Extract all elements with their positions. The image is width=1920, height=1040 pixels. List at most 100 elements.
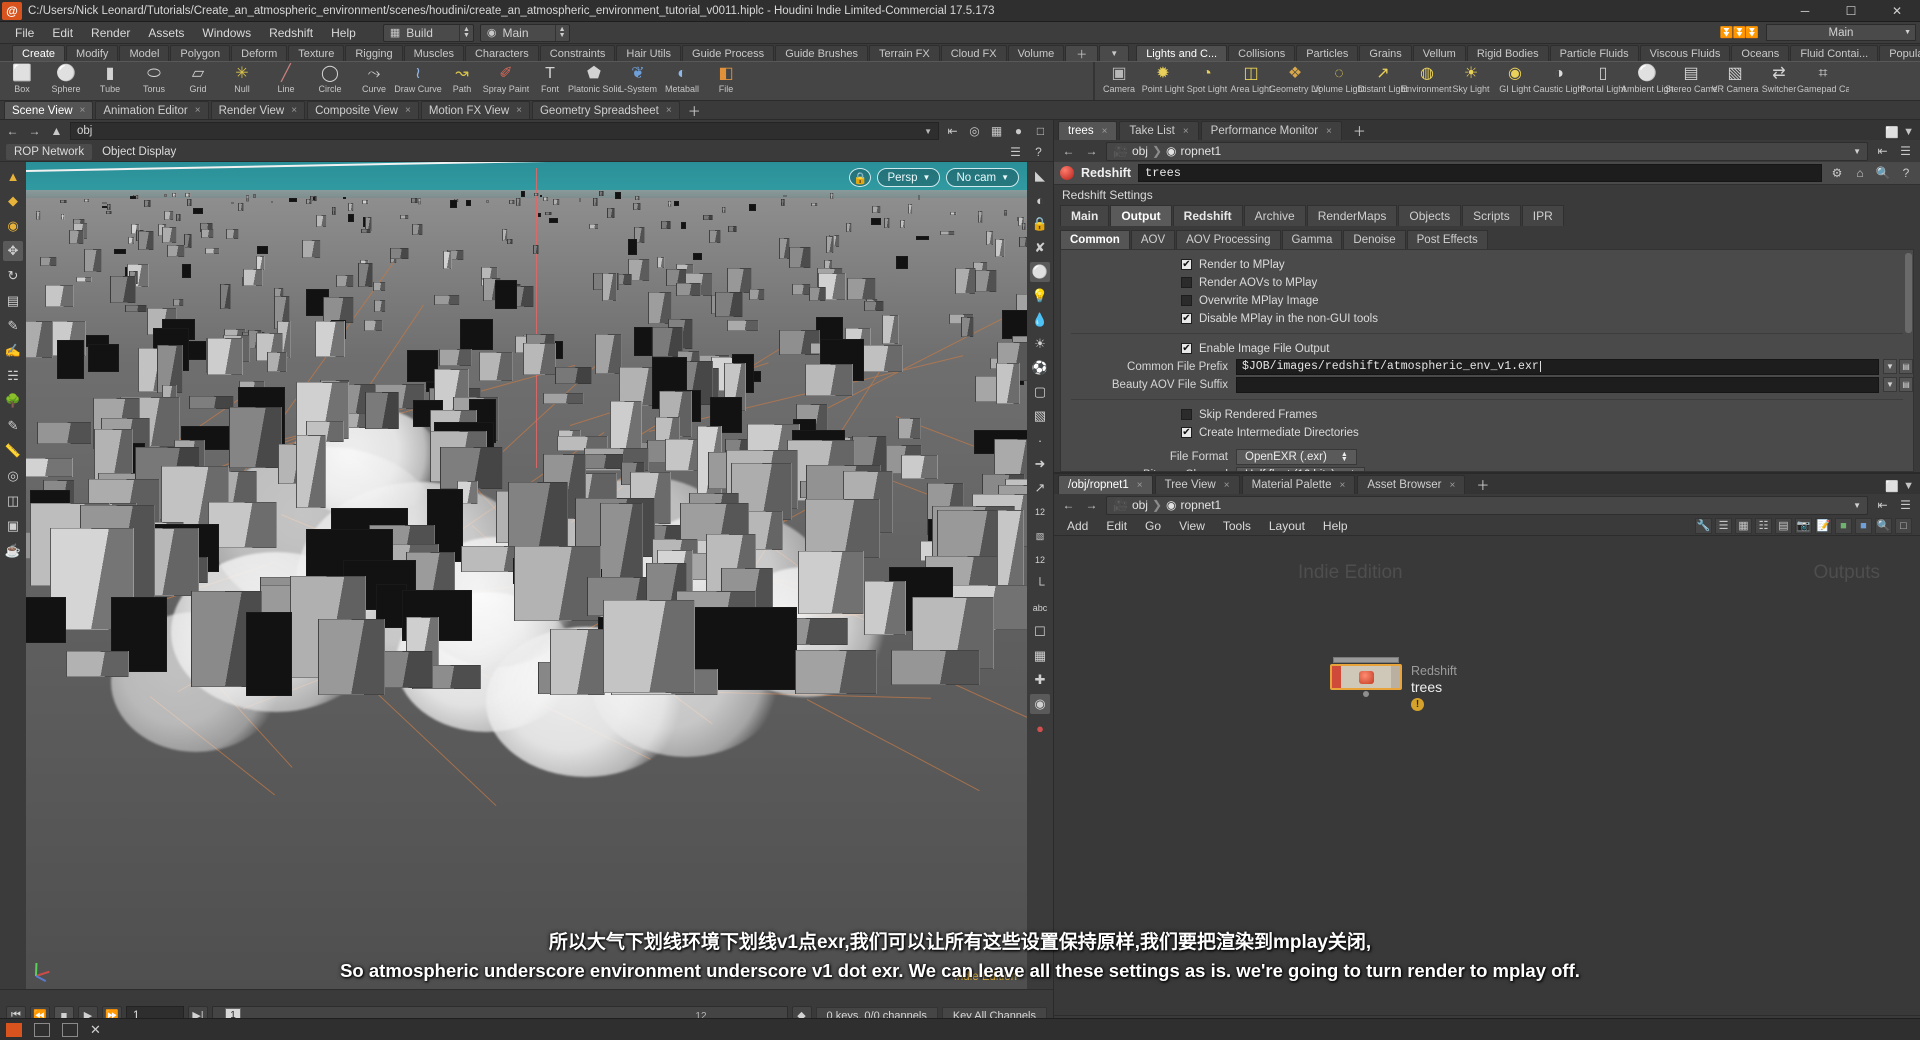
main-desktop-field[interactable]: Main ▼ — [1766, 24, 1916, 41]
shelf-tab-populate-con[interactable]: Populate Con... — [1879, 45, 1920, 61]
shelf-tool-gi-light[interactable]: ◉ GI Light — [1493, 62, 1537, 100]
shelf-tool-camera[interactable]: ▣ Camera — [1097, 62, 1141, 100]
shelf-tool-line[interactable]: ╱ Line — [264, 62, 308, 100]
vectors-icon[interactable]: ↗ — [1030, 478, 1050, 498]
shelf-tab-collisions[interactable]: Collisions — [1228, 45, 1296, 61]
shelf-tool-distant-light[interactable]: ↗ Distant Light — [1358, 62, 1408, 100]
menu-assets[interactable]: Assets — [139, 24, 193, 42]
param-tab-scripts[interactable]: Scripts — [1462, 205, 1521, 226]
build-selector[interactable]: ▦ Build ▲ ▼ — [382, 23, 474, 42]
node-name-input[interactable]: trees — [1138, 164, 1822, 182]
shelf-tab-particle-fluids[interactable]: Particle Fluids — [1549, 45, 1639, 61]
rotate-tool-icon[interactable]: ↻ — [3, 266, 23, 286]
camera-view-icon[interactable]: ◉ — [1030, 694, 1050, 714]
network-menu-help[interactable]: Help — [1314, 518, 1357, 534]
network-tab-tree-view[interactable]: Tree View × — [1154, 475, 1240, 494]
up-level-icon[interactable]: ▲ — [48, 123, 65, 140]
param-subtab-aov-processing[interactable]: AOV Processing — [1176, 230, 1281, 249]
close-button[interactable]: ✕ — [1874, 0, 1920, 22]
shelf-tool-file[interactable]: ◧ File — [704, 62, 748, 100]
param-menu-icon[interactable]: ▼ — [1883, 359, 1897, 374]
shelf-tool-spot-light[interactable]: ◔ Spot Light — [1185, 62, 1229, 100]
close-icon[interactable]: × — [1102, 126, 1108, 137]
lock-camera-icon[interactable]: 🔒 — [1030, 214, 1050, 234]
right-tab-performance-monitor[interactable]: Performance Monitor × — [1200, 121, 1342, 140]
network-tab-material-palette[interactable]: Material Palette × — [1241, 475, 1356, 494]
param-tab-archive[interactable]: Archive — [1243, 205, 1306, 226]
network-menu-icon[interactable]: ☰ — [1897, 497, 1914, 514]
shelf-tab-volume[interactable]: Volume — [1007, 45, 1065, 61]
node-output-connector[interactable] — [1363, 691, 1369, 697]
shelf-tool-null[interactable]: ✳ Null — [220, 62, 264, 100]
checkbox-skip-rendered-frames[interactable] — [1181, 409, 1192, 420]
checkbox-create-intermediate-directories[interactable]: ✔ — [1181, 427, 1192, 438]
close-icon[interactable]: × — [195, 105, 201, 116]
parameter-scrollbar[interactable] — [1905, 253, 1912, 333]
param-subtab-common[interactable]: Common — [1060, 230, 1130, 249]
texture-icon[interactable]: ▧ — [1030, 406, 1050, 426]
shelf-tool-sky-light[interactable]: ☀ Sky Light — [1449, 62, 1493, 100]
pane-tab-geometry-spreadsheet[interactable]: Geometry Spreadsheet × — [531, 101, 680, 119]
shelf-tab-rigid-bodies[interactable]: Rigid Bodies — [1466, 45, 1549, 61]
close-icon[interactable]: × — [80, 105, 86, 116]
color-icon[interactable]: ■ — [1855, 517, 1872, 534]
shelf-tab-muscles[interactable]: Muscles — [403, 45, 464, 61]
snap-tool-icon[interactable]: ◎ — [3, 466, 23, 486]
pane-menu-icon[interactable]: ▼ — [1903, 126, 1914, 139]
viewport-path-input[interactable]: obj ▼ — [70, 122, 939, 140]
network-breadcrumb-path[interactable]: 🎥 obj ❯ ◉ ropnet1 ▼ — [1106, 495, 1868, 515]
right-tab-take-list[interactable]: Take List × — [1119, 121, 1199, 140]
forward-icon[interactable]: → — [1083, 497, 1100, 514]
headlight-icon[interactable]: 💡 — [1030, 286, 1050, 306]
shelf-tab-texture[interactable]: Texture — [288, 45, 345, 61]
close-icon[interactable]: × — [1224, 480, 1230, 491]
shelf-tab-guide-brushes[interactable]: Guide Brushes — [775, 45, 868, 61]
text-display-icon[interactable]: abc — [1030, 598, 1050, 618]
shelf-tool-l-system[interactable]: ❦ L-System — [616, 62, 660, 100]
history-icon[interactable]: ⌂ — [1852, 165, 1868, 181]
shelf-tool-metaball[interactable]: ◐ Metaball — [660, 62, 704, 100]
param-tab-main[interactable]: Main — [1060, 205, 1110, 226]
breadcrumb-obj[interactable]: 🎥 obj — [1113, 144, 1148, 158]
checkbox-overwrite-mplay-image[interactable] — [1181, 295, 1192, 306]
table-icon[interactable]: ▦ — [1735, 517, 1752, 534]
param-tab-rendermaps[interactable]: RenderMaps — [1306, 205, 1398, 226]
edit-tool-icon[interactable]: ✎ — [3, 416, 23, 436]
menu-edit[interactable]: Edit — [43, 24, 82, 42]
menu-help[interactable]: Help — [322, 24, 365, 42]
close-icon[interactable]: × — [666, 105, 672, 116]
shelf-tool-sphere[interactable]: ⚪ Sphere — [44, 62, 88, 100]
shelf-tab-overflow-icon[interactable]: ▼ — [1099, 45, 1130, 61]
sculpt-tool-icon[interactable]: ✍ — [3, 341, 23, 361]
pin-icon[interactable]: ⇤ — [944, 123, 961, 140]
display-icon[interactable]: □ — [1032, 123, 1049, 140]
file-browse-icon[interactable]: ▤ — [1899, 359, 1913, 374]
lock-icon[interactable]: 🔒 — [849, 168, 872, 187]
bake-tool-icon[interactable]: ☕ — [3, 541, 23, 561]
node-bypass-flag[interactable] — [1391, 666, 1400, 688]
shelf-tab-model[interactable]: Model — [119, 45, 170, 61]
wrench-icon[interactable]: 🔧 — [1695, 517, 1712, 534]
paint-tool-icon[interactable]: ✎ — [3, 316, 23, 336]
taskbar-window2-icon[interactable] — [62, 1022, 78, 1037]
display-options-icon[interactable]: ◣ — [1030, 166, 1050, 186]
shelf-tool-grid[interactable]: ▱ Grid — [176, 62, 220, 100]
rop-network-label[interactable]: ROP Network — [6, 143, 93, 160]
shelf-tab-cloud-fx[interactable]: Cloud FX — [940, 45, 1007, 61]
stepper-icon[interactable]: ▲▼ — [1349, 469, 1356, 472]
right-add-tab-button[interactable]: ＋ — [1344, 121, 1375, 140]
grid-layout-icon[interactable]: ☷ — [1755, 517, 1772, 534]
param-input-common-file-prefix[interactable]: $JOB/images/redshift/atmospheric_env_v1.… — [1236, 358, 1879, 375]
shelf-tab-oceans[interactable]: Oceans — [1731, 45, 1790, 61]
shelf-tool-draw-curve[interactable]: ≀ Draw Curve — [394, 62, 442, 100]
checkbox-render-aovs-to-mplay[interactable] — [1181, 277, 1192, 288]
right-tab-trees[interactable]: trees × — [1058, 121, 1118, 140]
shelf-tool-point-light[interactable]: ✹ Point Light — [1141, 62, 1185, 100]
prim-ids-icon[interactable]: 12 — [1030, 550, 1050, 570]
close-icon[interactable]: × — [1326, 126, 1332, 137]
ghost-display-icon[interactable]: ◐ — [1030, 190, 1050, 210]
close-icon[interactable]: × — [405, 105, 411, 116]
pane-add-tab-button[interactable]: ＋ — [682, 101, 707, 119]
shelf-tool-volume-light[interactable]: ◌ Volume Light — [1313, 62, 1365, 100]
measure-tool-icon[interactable]: 📏 — [3, 441, 23, 461]
